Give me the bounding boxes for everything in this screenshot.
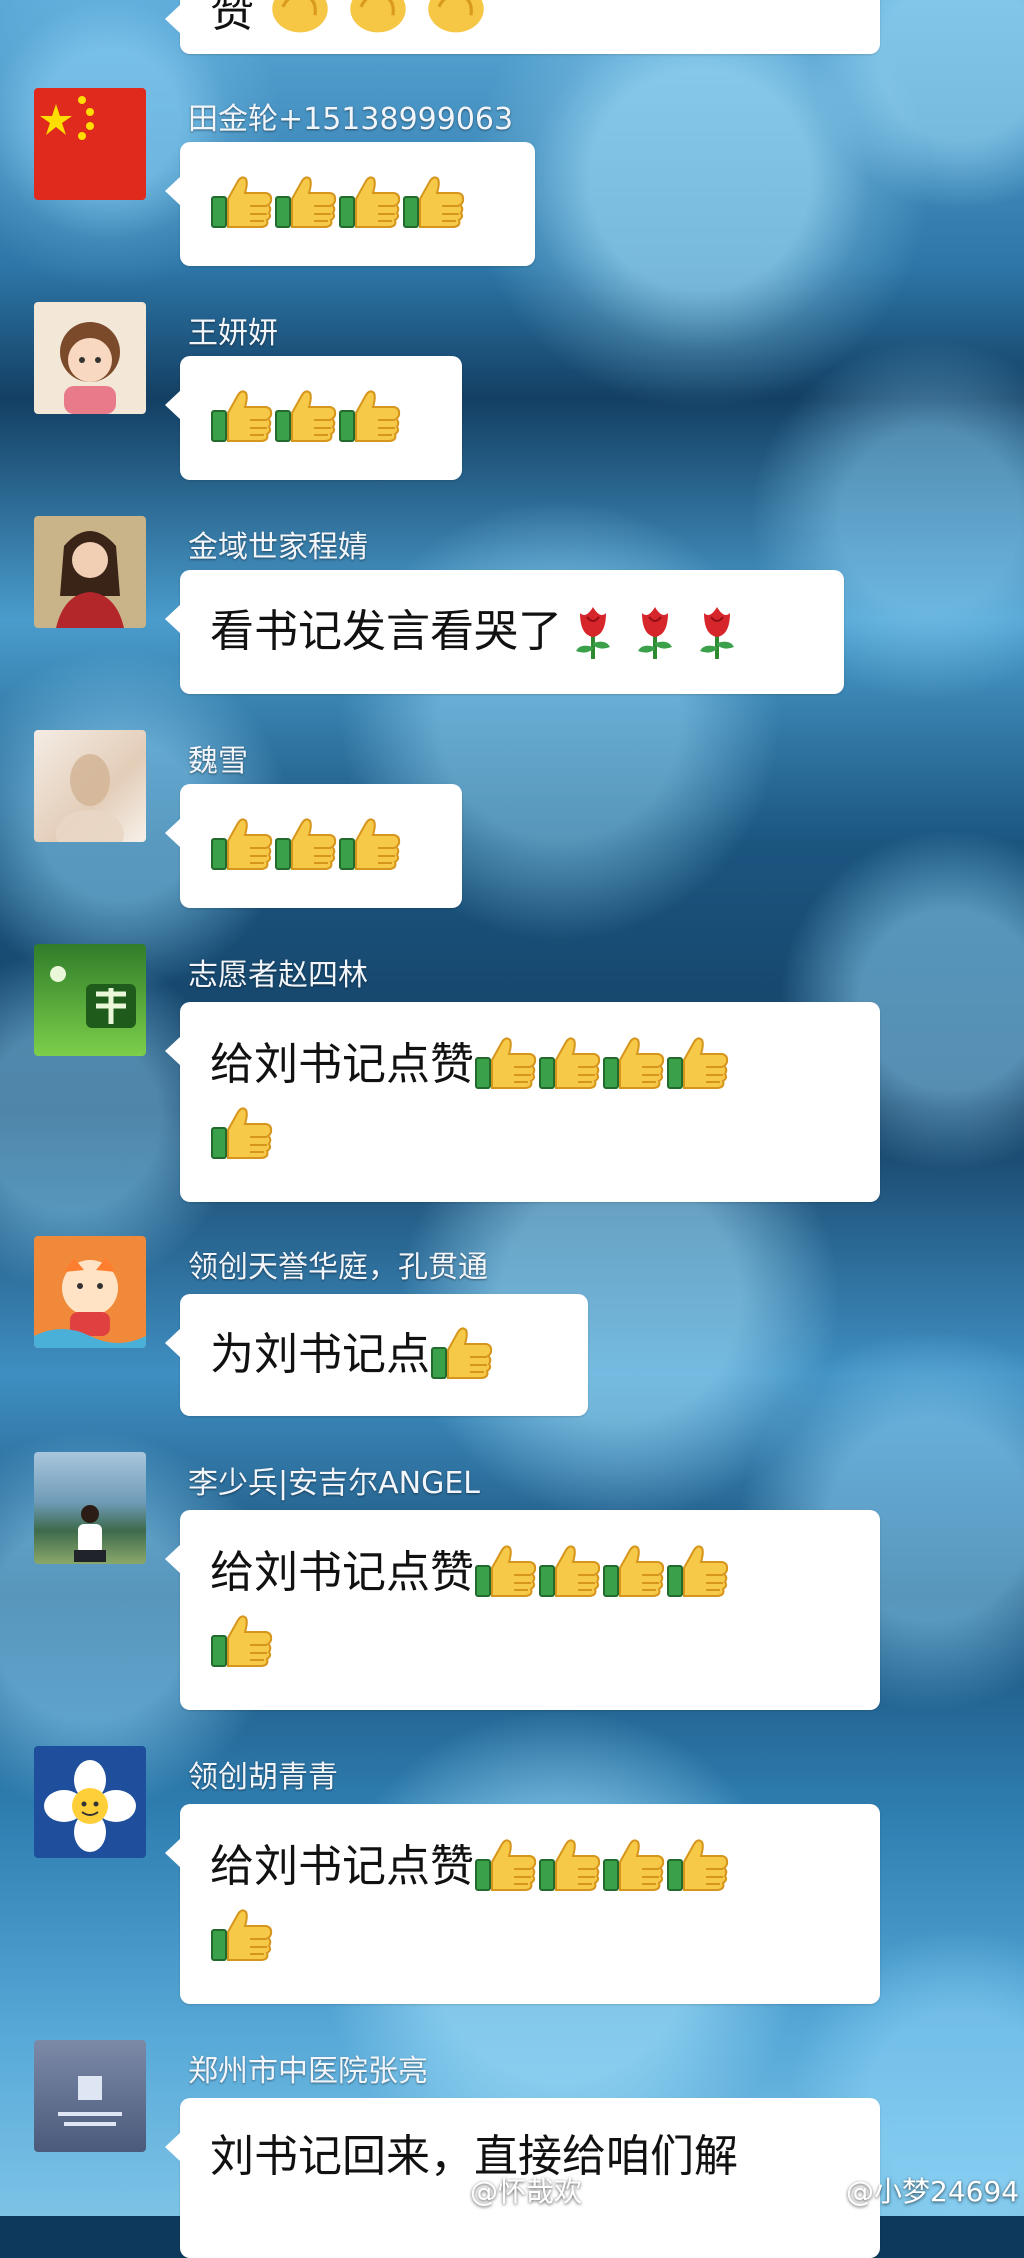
lakeside-photo-avatar[interactable]	[34, 1452, 146, 1564]
rose-icon	[686, 599, 748, 661]
sender-name[interactable]: 王妍妍	[188, 308, 278, 352]
thumbs-up-icon	[274, 815, 338, 873]
message-bubble-partial[interactable]: 赞	[165, 0, 880, 54]
sender-name[interactable]: 志愿者赵四林	[188, 950, 368, 994]
thumbs-up-icon	[338, 815, 402, 873]
thumbs-up-icon	[538, 1034, 602, 1092]
thumbs-up-icon	[274, 173, 338, 231]
thumbs-up-icon	[474, 1034, 538, 1092]
message-text: 看书记发言看哭了	[210, 606, 562, 657]
sender-name[interactable]: 郑州市中医院张亮	[188, 2046, 428, 2090]
clap-icon	[428, 0, 484, 33]
chat-message: 田金轮+15138999063	[0, 88, 1024, 278]
china-flag-avatar[interactable]	[34, 88, 146, 200]
watermark-left: @怀哉欢	[470, 2175, 583, 2208]
message-bubble[interactable]: 为刘书记点	[165, 1294, 588, 1416]
thumbs-up-icon	[210, 387, 274, 445]
chat-message: 领创胡青青 给刘书记点赞	[0, 1746, 1024, 2012]
green-landscape-avatar[interactable]	[34, 944, 146, 1056]
flower-cartoon-avatar[interactable]	[34, 1746, 146, 1858]
sender-name[interactable]: 金域世家程婧	[188, 522, 368, 566]
sender-name[interactable]: 李少兵|安吉尔ANGEL	[188, 1458, 480, 1502]
chat-message: 王妍妍	[0, 302, 1024, 492]
message-bubble[interactable]	[165, 784, 462, 908]
chat-message: 李少兵|安吉尔ANGEL 给刘书记点赞	[0, 1452, 1024, 1718]
cartoon-girl-avatar[interactable]	[34, 302, 146, 414]
thumbs-up-icon	[338, 173, 402, 231]
chat-message: 志愿者赵四林 给刘书记点赞	[0, 944, 1024, 1210]
clap-icon	[350, 0, 406, 33]
message-bubble[interactable]: 给刘书记点赞	[165, 1510, 880, 1710]
watermark-right: @小梦24694	[846, 2175, 1020, 2208]
blurred-photo-avatar[interactable]	[34, 730, 146, 842]
thumbs-up-icon	[602, 1542, 666, 1600]
thumbs-up-icon	[430, 1324, 494, 1382]
chat-message: 金域世家程婧 看书记发言看哭了	[0, 516, 1024, 706]
thumbs-up-icon	[402, 173, 466, 231]
text-card-avatar[interactable]	[34, 2040, 146, 2152]
message-text: 给刘书记点赞	[210, 1841, 474, 1892]
thumbs-up-icon	[666, 1034, 730, 1092]
thumbs-up-icon	[210, 1612, 274, 1670]
thumbs-up-icon	[210, 815, 274, 873]
message-text: 为刘书记点	[210, 1329, 430, 1380]
message-text: 赞	[210, 0, 254, 37]
thumbs-up-icon	[274, 387, 338, 445]
sender-name[interactable]: 领创天誉华庭，孔贯通	[188, 1242, 488, 1286]
message-bubble[interactable]: 给刘书记点赞	[165, 1804, 880, 2004]
chat-message: 领创天誉华庭，孔贯通 为刘书记点	[0, 1236, 1024, 1426]
chat-message: 魏雪	[0, 730, 1024, 920]
thumbs-up-icon	[338, 387, 402, 445]
message-bubble[interactable]	[165, 142, 535, 266]
thumbs-up-icon	[474, 1542, 538, 1600]
woman-portrait-avatar[interactable]	[34, 516, 146, 628]
thumbs-up-icon	[602, 1034, 666, 1092]
clap-icon	[272, 0, 328, 33]
message-bubble[interactable]: 看书记发言看哭了	[165, 570, 844, 694]
thumbs-up-icon	[474, 1836, 538, 1894]
thumbs-up-icon	[602, 1836, 666, 1894]
rose-icon	[562, 599, 624, 661]
thumbs-up-icon	[210, 1104, 274, 1162]
thumbs-up-icon	[538, 1836, 602, 1894]
sender-name[interactable]: 领创胡青青	[188, 1752, 338, 1796]
message-bubble[interactable]	[165, 356, 462, 480]
thumbs-up-icon	[666, 1542, 730, 1600]
rose-icon	[624, 599, 686, 661]
thumbs-up-icon	[666, 1836, 730, 1894]
sender-name[interactable]: 魏雪	[188, 736, 248, 780]
message-bubble[interactable]: 给刘书记点赞	[165, 1002, 880, 1202]
thumbs-up-icon	[210, 1906, 274, 1964]
message-text: 给刘书记点赞	[210, 1547, 474, 1598]
sender-name[interactable]: 田金轮+15138999063	[188, 94, 513, 138]
thumbs-up-icon	[210, 173, 274, 231]
tiger-cartoon-avatar[interactable]	[34, 1236, 146, 1348]
message-text: 给刘书记点赞	[210, 1039, 474, 1090]
thumbs-up-icon	[538, 1542, 602, 1600]
